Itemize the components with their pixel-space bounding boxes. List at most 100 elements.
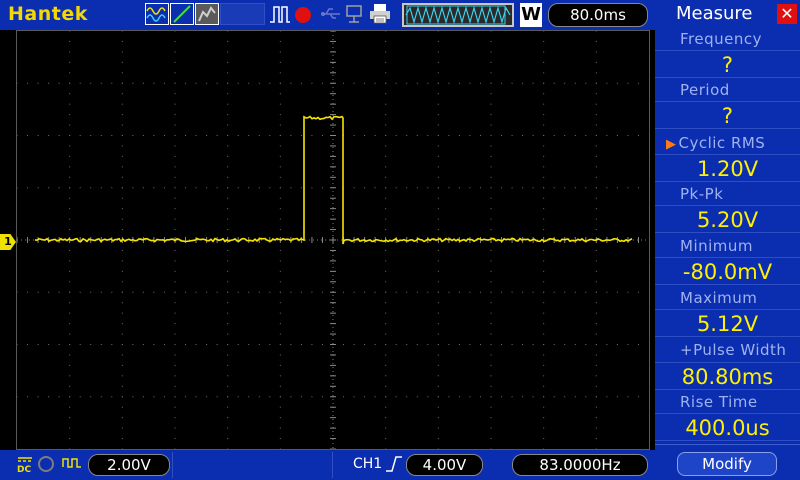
- grid-dot: [490, 51, 492, 53]
- grid-dot: [458, 291, 460, 293]
- grid-dot: [437, 82, 439, 84]
- grid-dot: [437, 302, 439, 304]
- grid-dot: [279, 197, 281, 199]
- grid-dot: [437, 249, 439, 251]
- grid-dot: [216, 344, 218, 345]
- grid-dot: [437, 375, 439, 377]
- grid-dot: [406, 291, 408, 293]
- grid-dot: [174, 135, 176, 136]
- printer-icon[interactable]: [368, 3, 392, 25]
- grid-dot: [543, 249, 545, 251]
- grid-dot: [121, 417, 123, 419]
- grid-dot: [17, 344, 18, 345]
- grid-dot: [279, 291, 281, 293]
- grid-dot: [511, 187, 513, 189]
- grid-dot: [174, 323, 176, 325]
- grid-dot: [564, 291, 566, 293]
- grid-dot: [17, 396, 18, 398]
- grid-dot: [227, 417, 229, 419]
- grid-dot: [227, 396, 229, 398]
- run-stop-icon[interactable]: [295, 7, 311, 23]
- grid-dot: [69, 344, 71, 345]
- grid-dot: [121, 124, 123, 126]
- grid-dot: [248, 187, 250, 189]
- grid-dot: [574, 187, 576, 189]
- measure-label-pk-pk[interactable]: Pk-Pk: [655, 183, 800, 205]
- grid-dot: [364, 82, 366, 84]
- measure-label-maximum[interactable]: Maximum: [655, 287, 800, 309]
- grid-dot: [121, 270, 123, 272]
- grid-dot: [111, 344, 113, 345]
- grid-dot: [406, 135, 408, 136]
- grid-dot: [385, 312, 387, 314]
- grid-dot: [121, 61, 123, 63]
- grid-dot: [174, 114, 176, 116]
- measure-label-cyclic-rms[interactable]: ▶ Cyclic RMS: [655, 132, 800, 154]
- grid-dot: [142, 291, 144, 293]
- grid-dot: [637, 344, 639, 345]
- grid-dot: [595, 260, 597, 262]
- close-button[interactable]: ✕: [777, 4, 797, 24]
- grid-dot: [132, 291, 134, 293]
- grid-dot: [69, 166, 71, 168]
- measure-value-rise-time: 400.0us: [655, 413, 800, 441]
- measure-label-minimum[interactable]: Minimum: [655, 235, 800, 257]
- grid-dot: [248, 135, 250, 136]
- grid-dot: [616, 344, 618, 345]
- ramp-icon[interactable]: [170, 3, 194, 25]
- grid-dot: [227, 344, 229, 345]
- trigger-level[interactable]: 4.00V: [406, 454, 483, 476]
- grid-dot: [606, 82, 608, 84]
- measure-value-cyclic-rms: 1.20V: [655, 154, 800, 182]
- grid-dot: [279, 249, 281, 251]
- grid-dot: [627, 344, 629, 345]
- measure-label-frequency[interactable]: Frequency: [655, 28, 800, 50]
- grid-dot: [353, 135, 355, 136]
- grid-dot: [385, 103, 387, 105]
- persistence-icon[interactable]: [195, 3, 219, 25]
- grid-dot: [121, 93, 123, 95]
- measure-label-pulse-width[interactable]: +Pulse Width: [655, 339, 800, 361]
- grid-dot: [385, 364, 387, 366]
- grid-dot: [69, 176, 71, 178]
- grid-dot: [174, 51, 176, 53]
- modify-button[interactable]: Modify: [677, 452, 777, 476]
- grid-dot: [343, 344, 345, 345]
- grid-dot: [543, 291, 545, 293]
- grid-dot: [385, 385, 387, 387]
- grid-dot: [595, 323, 597, 325]
- trigger-source[interactable]: CH1: [353, 456, 382, 472]
- grid-dot: [553, 344, 555, 345]
- measure-panel: Measure ✕ Frequency ? Period ? ▶ Cyclic R…: [655, 0, 800, 480]
- grid-dot: [543, 417, 545, 419]
- pulse-trigger-icon[interactable]: [269, 3, 291, 25]
- grid-dot: [290, 82, 292, 84]
- ch1-volts-per-div[interactable]: 2.00V: [88, 454, 170, 476]
- grid-dot: [227, 103, 229, 105]
- grid-dot: [490, 135, 492, 136]
- grid-dot: [395, 135, 397, 136]
- grid-dot: [58, 291, 60, 293]
- grid-dot: [532, 187, 534, 189]
- waveform-display[interactable]: [16, 30, 650, 450]
- grid-dot: [490, 114, 492, 116]
- grid-dot: [227, 291, 229, 293]
- grid-dot: [121, 396, 123, 398]
- grid-dot: [121, 354, 123, 356]
- grid-dot: [385, 82, 387, 84]
- grid-dot: [185, 396, 187, 398]
- memory-position-strip[interactable]: [402, 3, 514, 27]
- timebase-readout[interactable]: 80.0ms: [548, 3, 648, 27]
- grid-dot: [437, 354, 439, 356]
- measure-label-rise-time[interactable]: Rise Time: [655, 391, 800, 413]
- grid-dot: [490, 385, 492, 387]
- grid-dot: [227, 354, 229, 356]
- grid-dot: [564, 396, 566, 398]
- lan-icon: [345, 3, 363, 25]
- ch1-level-marker[interactable]: 1: [0, 234, 16, 250]
- measure-label-period[interactable]: Period: [655, 79, 800, 101]
- grid-dot: [174, 176, 176, 178]
- sine-wave-icon[interactable]: [145, 3, 169, 25]
- grid-dot: [437, 385, 439, 387]
- grid-dot: [69, 417, 71, 419]
